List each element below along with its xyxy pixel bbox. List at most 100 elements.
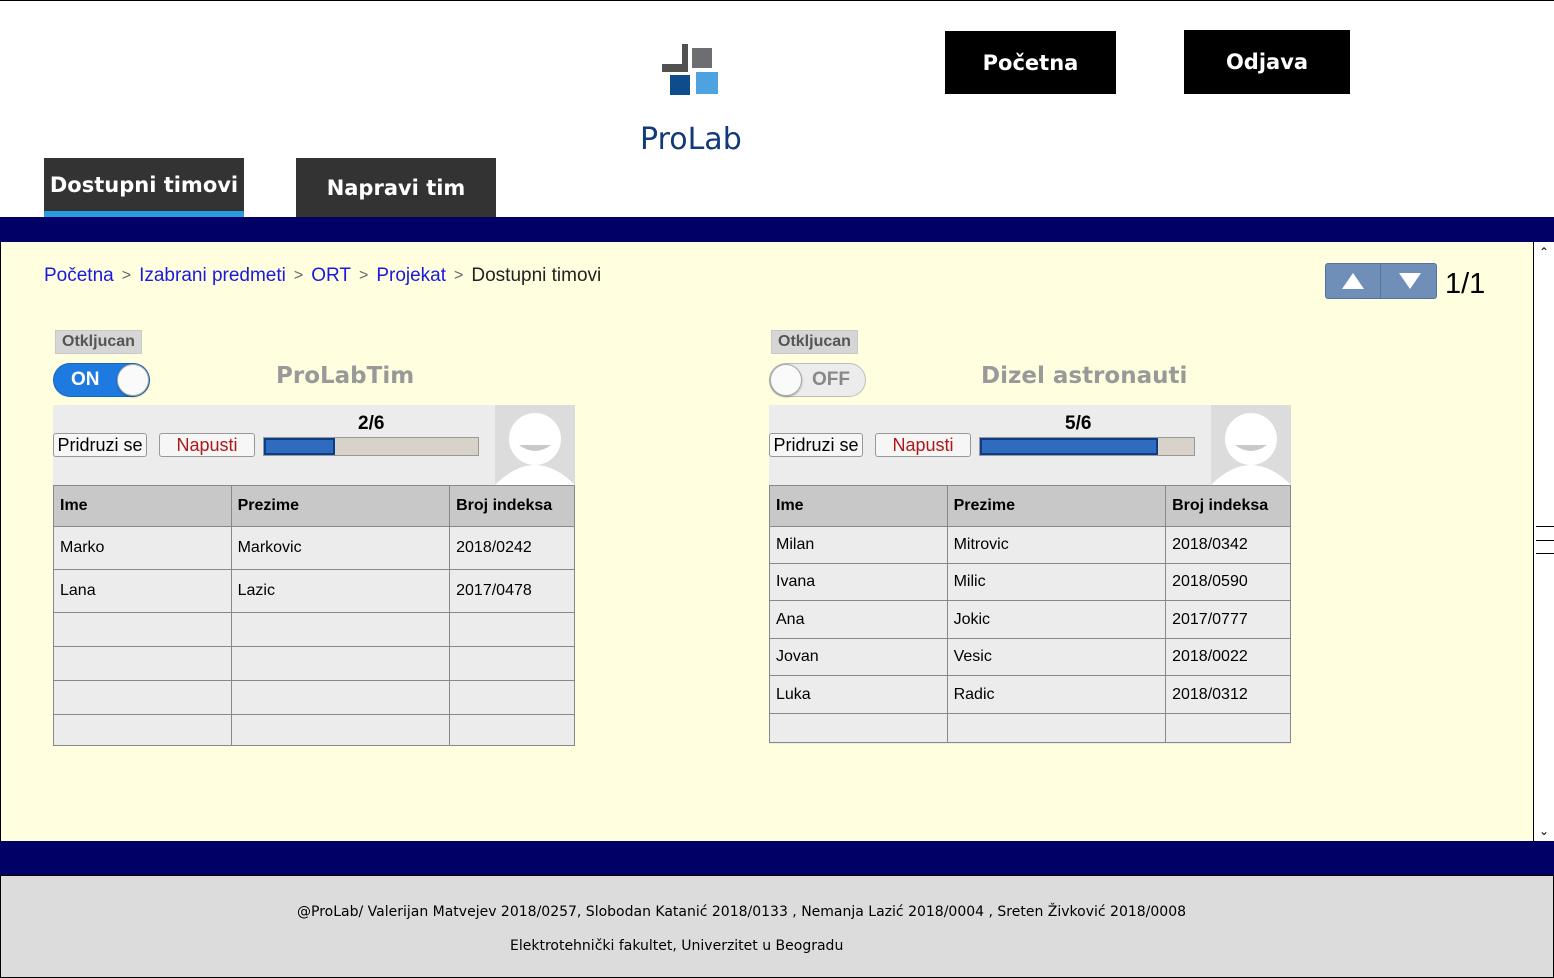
table-row: Marko Markovic 2018/0242	[53, 526, 575, 570]
table-cell: 2018/0312	[1165, 675, 1291, 714]
leave-button[interactable]: Napusti	[159, 433, 255, 457]
table-cell	[53, 612, 232, 647]
table-cell: 2018/0342	[1165, 526, 1291, 564]
table-row: Lana Lazic 2017/0478	[53, 569, 575, 613]
table-row	[53, 680, 575, 715]
table-row: Ivana Milic 2018/0590	[769, 563, 1291, 601]
table-cell	[53, 646, 232, 681]
table-row	[53, 612, 575, 647]
lock-toggle[interactable]: OFF	[769, 363, 866, 397]
table-cell: Markovic	[230, 526, 451, 570]
vertical-scrollbar[interactable]: ⌃ ⌄	[1533, 242, 1554, 841]
join-button[interactable]: Pridruzi se	[769, 433, 863, 457]
breadcrumb-home[interactable]: Početna	[44, 265, 114, 287]
page-indicator: 1/1	[1445, 268, 1486, 300]
table-cell: Mitrovic	[946, 526, 1167, 564]
table-row	[53, 646, 575, 681]
table-cell: Vesic	[946, 638, 1167, 676]
table-cell: Milan	[769, 526, 948, 564]
table-cell	[449, 680, 575, 715]
top-border	[0, 0, 1554, 1]
header-divider-bar	[0, 217, 1554, 242]
table-cell: 2017/0478	[449, 569, 575, 613]
column-header: Broj indeksa	[1165, 485, 1291, 527]
lock-status-label: Otkljucan	[55, 330, 142, 354]
toggle-knob	[770, 364, 802, 396]
table-cell	[946, 713, 1167, 743]
table-cell	[230, 646, 451, 681]
prolab-logo: ProLab	[636, 40, 756, 160]
table-cell: 2017/0777	[1165, 600, 1291, 639]
home-button[interactable]: Početna	[945, 31, 1116, 94]
toggle-knob	[117, 364, 149, 396]
table-cell: Lazic	[230, 569, 451, 613]
member-count: 2/6	[358, 413, 385, 434]
table-cell: 2018/0590	[1165, 563, 1291, 601]
table-cell	[53, 680, 232, 715]
team-card: Otkljucan ON ProLabTim Pridruzi se Napus…	[52, 330, 577, 750]
membership-progress-bar	[979, 437, 1195, 456]
table-cell: Lana	[53, 569, 232, 613]
logo-mark-icon	[662, 44, 718, 95]
progress-fill	[264, 438, 336, 455]
scroll-down-icon[interactable]: ⌄	[1534, 823, 1554, 839]
progress-fill	[980, 438, 1159, 455]
avatar-icon	[495, 405, 575, 485]
table-row	[769, 713, 1291, 743]
avatar-icon	[1211, 405, 1291, 485]
scroll-up-icon[interactable]: ⌃	[1534, 244, 1554, 260]
membership-progress-bar	[263, 437, 479, 456]
column-header: Prezime	[230, 485, 451, 527]
footer-institution: Elektrotehnički fakultet, Univerzitet u …	[510, 938, 844, 954]
table-cell: 2018/0242	[449, 526, 575, 570]
table-cell: Milic	[946, 563, 1167, 601]
join-button[interactable]: Pridruzi se	[53, 433, 147, 457]
tab-create-team[interactable]: Napravi tim	[296, 158, 496, 217]
column-header: Broj indeksa	[449, 485, 575, 527]
column-header: Ime	[769, 485, 948, 527]
table-cell	[1165, 713, 1291, 743]
breadcrumb-separator: >	[358, 267, 369, 284]
logout-button[interactable]: Odjava	[1184, 30, 1350, 94]
breadcrumb-chosen-courses[interactable]: Izabrani predmeti	[139, 265, 286, 287]
table-cell	[230, 680, 451, 715]
leave-button[interactable]: Napusti	[875, 433, 971, 457]
footer-divider-bar	[0, 841, 1554, 875]
breadcrumb-separator: >	[454, 267, 464, 284]
table-cell: Marko	[53, 526, 232, 570]
breadcrumb-separator: >	[121, 267, 132, 284]
team-name: ProLabTim	[276, 363, 415, 389]
table-row: Jovan Vesic 2018/0022	[769, 638, 1291, 676]
breadcrumb-course[interactable]: ORT	[311, 265, 351, 287]
page-up-button[interactable]	[1326, 264, 1381, 298]
table-cell: 2018/0022	[1165, 638, 1291, 676]
table-cell	[769, 713, 948, 743]
triangle-down-icon	[1398, 273, 1421, 289]
table-cell: Jokic	[946, 600, 1167, 639]
table-cell	[449, 714, 575, 746]
page-down-button[interactable]	[1382, 264, 1437, 298]
lock-toggle[interactable]: ON	[53, 363, 150, 397]
table-cell	[230, 612, 451, 647]
table-row	[53, 714, 575, 746]
team-box: Pridruzi se Napusti 2/6 Ime Prezime Broj i…	[53, 405, 575, 746]
table-cell	[449, 646, 575, 681]
column-header: Ime	[53, 485, 232, 527]
lock-status-label: Otkljucan	[771, 330, 858, 354]
footer: @ProLab/ Valerijan Matvejev 2018/0257, S…	[0, 875, 1554, 978]
tab-available-teams[interactable]: Dostupni timovi	[44, 158, 244, 217]
scroll-thumb[interactable]	[1536, 526, 1554, 554]
breadcrumb-project[interactable]: Projekat	[376, 265, 446, 287]
breadcrumb-separator: >	[293, 267, 304, 284]
member-count: 5/6	[1065, 413, 1092, 434]
table-cell: Luka	[769, 675, 948, 714]
team-box: Pridruzi se Napusti 5/6 Ime Prezime Broj i…	[769, 405, 1291, 744]
toggle-text: OFF	[812, 369, 850, 390]
logo-text: ProLab	[640, 122, 742, 157]
table-cell: Ivana	[769, 563, 948, 601]
table-cell: Radic	[946, 675, 1167, 714]
table-cell	[230, 714, 451, 746]
table-cell	[53, 714, 232, 746]
table-row: Luka Radic 2018/0312	[769, 675, 1291, 714]
members-table: Ime Prezime Broj indeksa Milan Mitrovic 2018/…	[769, 485, 1291, 743]
